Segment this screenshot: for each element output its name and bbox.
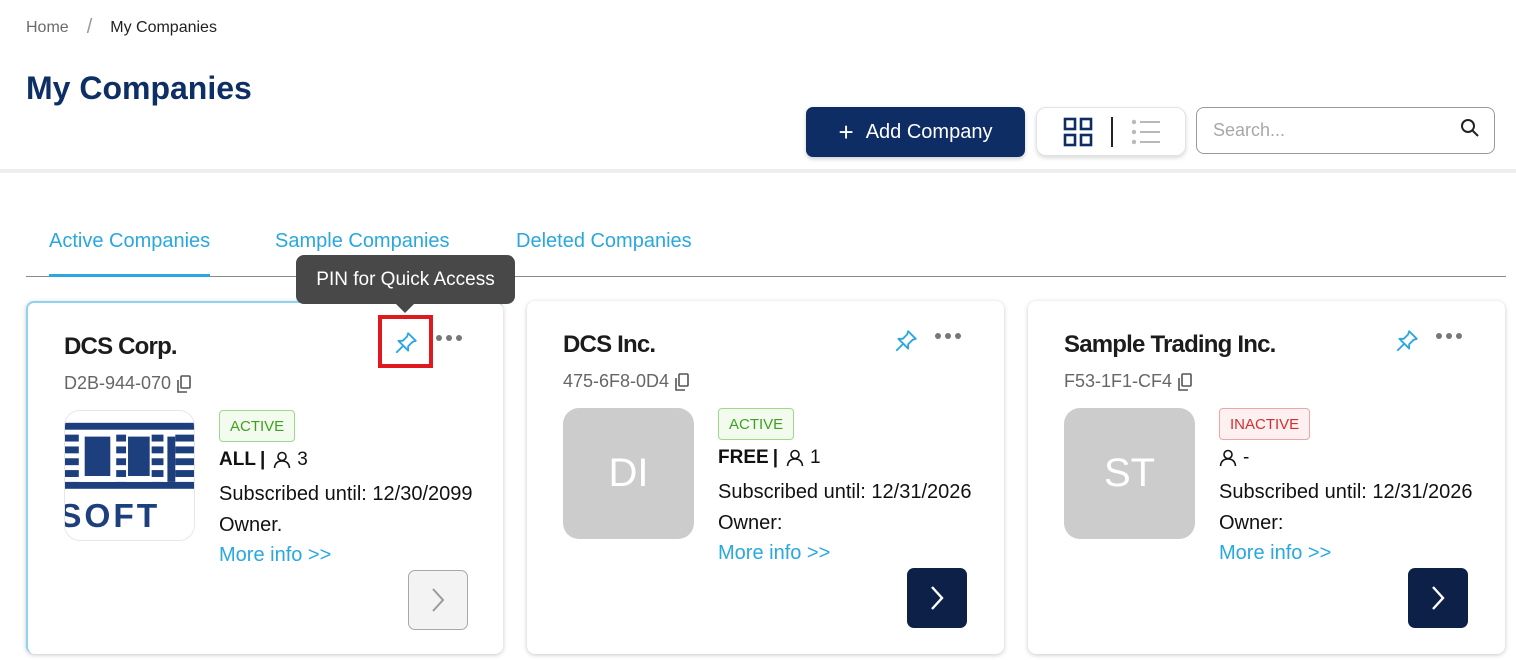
status-badge: ACTIVE [219, 410, 296, 442]
breadcrumb-current: My Companies [110, 18, 217, 36]
more-options-icon[interactable] [436, 335, 462, 341]
company-code-text: 475-6F8-0D4 [563, 371, 670, 391]
plan-separator: | [259, 449, 266, 470]
open-company-button[interactable] [907, 568, 967, 628]
company-code-text: D2B-944-070 [64, 373, 172, 393]
tab-active-companies[interactable]: Active Companies [49, 230, 211, 277]
user-count: 3 [297, 449, 308, 470]
subscription-date: Subscribed until: 12/30/2099 [219, 483, 473, 505]
more-info-link[interactable]: More info >> [219, 544, 331, 567]
subscription-date: Subscribed until: 12/31/2026 [718, 481, 972, 503]
more-options-icon[interactable] [935, 333, 961, 339]
page-title: My Companies [26, 70, 252, 106]
company-avatar: DI [563, 408, 694, 539]
company-tabs: Active Companies Sample Companies Delete… [26, 226, 1506, 277]
pin-icon[interactable] [1393, 327, 1421, 355]
company-code: F53-1F1-CF4 [1064, 371, 1192, 392]
header-divider [0, 169, 1516, 173]
user-icon [273, 451, 291, 469]
breadcrumb-home-link[interactable]: Home [26, 19, 69, 37]
owner-info: Owner: [718, 512, 783, 534]
grid-view-icon[interactable] [1063, 117, 1093, 147]
company-name: DCS Inc. [563, 331, 656, 358]
company-card: DCS Inc. 475-6F8-0D4 DI ACTIVE FREE | 1 … [527, 301, 1004, 654]
status-badge: ACTIVE [718, 408, 795, 440]
breadcrumb: Home / My Companies [26, 16, 217, 39]
more-info-link[interactable]: More info >> [718, 542, 830, 565]
plan-info: FREE | 1 [718, 447, 821, 469]
search-icon[interactable] [1460, 118, 1480, 143]
more-options-icon[interactable] [1436, 333, 1462, 339]
copy-icon[interactable] [177, 374, 191, 393]
company-card: DCS Corp. D2B-944-070 SOFT ACTIVE ALL | … [26, 301, 503, 654]
add-company-button[interactable]: + Add Company [806, 107, 1025, 157]
list-view-icon[interactable] [1131, 118, 1161, 146]
company-code-text: F53-1F1-CF4 [1064, 371, 1173, 391]
plan-name: ALL [219, 449, 256, 470]
open-company-button[interactable] [408, 570, 468, 630]
pin-tooltip: PIN for Quick Access [296, 255, 515, 313]
tab-sample-companies[interactable]: Sample Companies [275, 230, 450, 253]
company-logo: SOFT [64, 410, 195, 541]
user-count: - [1243, 447, 1250, 468]
pin-icon[interactable] [892, 327, 920, 355]
company-code: D2B-944-070 [64, 373, 191, 394]
plus-icon: + [838, 117, 854, 147]
company-avatar: ST [1064, 408, 1195, 539]
search-input[interactable] [1213, 120, 1460, 141]
pin-icon[interactable] [392, 329, 420, 357]
view-toggle [1036, 107, 1186, 156]
tab-deleted-companies[interactable]: Deleted Companies [516, 230, 692, 253]
owner-info: Owner. [219, 514, 283, 536]
company-card: Sample Trading Inc. F53-1F1-CF4 ST INACT… [1028, 301, 1505, 654]
svg-text:SOFT: SOFT [65, 498, 160, 535]
plan-info: - [1219, 447, 1249, 469]
status-badge: INACTIVE [1219, 408, 1311, 440]
open-company-button[interactable] [1408, 568, 1468, 628]
user-icon [786, 449, 804, 467]
plan-separator: | [772, 447, 779, 468]
owner-info: Owner: [1219, 512, 1284, 534]
view-toggle-divider [1111, 116, 1113, 147]
search-box [1196, 107, 1495, 154]
company-name: DCS Corp. [64, 333, 178, 360]
subscription-date: Subscribed until: 12/31/2026 [1219, 481, 1473, 503]
add-company-label: Add Company [865, 120, 993, 143]
company-name: Sample Trading Inc. [1064, 331, 1276, 358]
copy-icon[interactable] [675, 372, 689, 391]
plan-name: FREE [718, 447, 769, 468]
more-info-link[interactable]: More info >> [1219, 542, 1331, 565]
copy-icon[interactable] [1178, 372, 1192, 391]
breadcrumb-separator: / [86, 16, 93, 38]
user-icon [1219, 449, 1237, 467]
company-code: 475-6F8-0D4 [563, 371, 689, 392]
user-count: 1 [810, 447, 821, 468]
plan-info: ALL | 3 [219, 449, 308, 471]
